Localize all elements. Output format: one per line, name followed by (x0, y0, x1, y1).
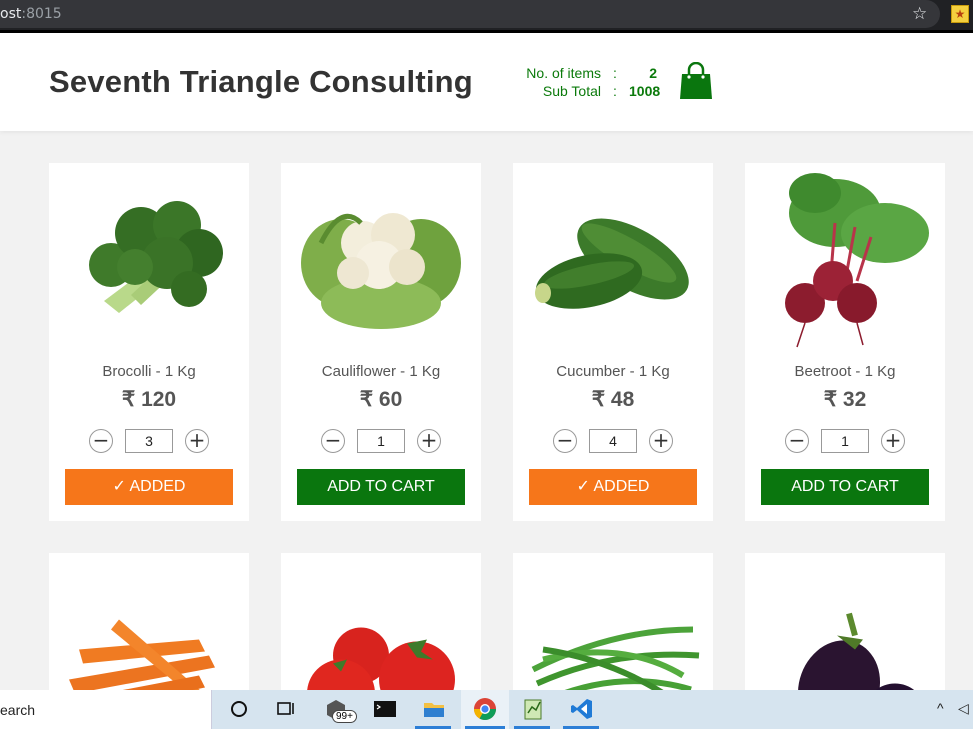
product-card: Cucumber - 1 Kg ₹ 48 − + ✓ ADDED (513, 163, 713, 521)
product-price: ₹ 120 (121, 388, 177, 411)
cauliflower-image (301, 213, 461, 329)
add-to-cart-button[interactable]: ✓ ADDED (65, 469, 233, 505)
subtotal-separator: : (613, 83, 617, 99)
items-count: 2 (649, 65, 657, 81)
url-text[interactable]: ost:8015 (0, 6, 62, 22)
items-separator: : (613, 65, 617, 81)
add-to-cart-button[interactable]: ADD TO CART (297, 469, 465, 505)
decrement-button[interactable]: − (785, 429, 809, 453)
taskbar-search-box[interactable]: earch (0, 690, 212, 729)
product-card: Cauliflower - 1 Kg ₹ 60 − + ADD TO CART (281, 163, 481, 521)
beetroot-image (785, 173, 929, 348)
notification-badge: 99+ (332, 710, 357, 723)
speaker-icon[interactable]: ◁ (958, 700, 969, 717)
quantity-input[interactable] (821, 429, 869, 453)
product-price: ₹ 60 (359, 388, 403, 411)
product-card (745, 553, 945, 729)
decrement-button[interactable]: − (89, 429, 113, 453)
items-label: No. of items (526, 65, 601, 81)
windows-taskbar: earch 99+ ^ ◁ (0, 690, 973, 729)
product-price: ₹ 32 (823, 388, 867, 411)
cortana-icon[interactable] (226, 696, 252, 722)
task-view-icon[interactable] (273, 696, 299, 722)
browser-toolbar: ost:8015 ☆ ★ (0, 0, 973, 33)
cucumber-image (535, 218, 689, 309)
quantity-input[interactable] (589, 429, 637, 453)
cart-summary: No. of items : 2 Sub Total : 1008 (515, 64, 661, 100)
product-name: Cucumber - 1 Kg (556, 363, 670, 380)
terminal-icon[interactable] (372, 696, 398, 722)
decrement-button[interactable]: − (321, 429, 345, 453)
bookmark-star-icon[interactable]: ☆ (912, 4, 927, 24)
product-name: Cauliflower - 1 Kg (321, 363, 441, 380)
product-name: Beetroot - 1 Kg (794, 363, 896, 380)
increment-button[interactable]: + (881, 429, 905, 453)
tray-caret-icon[interactable]: ^ (937, 700, 944, 716)
increment-button[interactable]: + (649, 429, 673, 453)
increment-button[interactable]: + (185, 429, 209, 453)
chrome-icon[interactable] (472, 696, 498, 722)
add-to-cart-button[interactable]: ADD TO CART (761, 469, 929, 505)
brand-title: Seventh Triangle Consulting (49, 64, 473, 99)
increment-button[interactable]: + (417, 429, 441, 453)
decrement-button[interactable]: − (553, 429, 577, 453)
subtotal-value: 1008 (629, 83, 661, 99)
quantity-input[interactable] (125, 429, 173, 453)
site-header: Seventh Triangle Consulting No. of items… (0, 33, 973, 131)
quantity-input[interactable] (357, 429, 405, 453)
product-price: ₹ 48 (591, 388, 635, 411)
vscode-icon[interactable] (569, 696, 595, 722)
subtotal-label: Sub Total (542, 83, 601, 99)
broccoli-image (89, 201, 223, 313)
product-name: Brocolli - 1 Kg (102, 363, 196, 380)
add-to-cart-button[interactable]: ✓ ADDED (529, 469, 697, 505)
product-card (513, 553, 713, 702)
address-bar[interactable]: ost:8015 (0, 0, 940, 28)
product-card: Beetroot - 1 Kg ₹ 32 − + ADD TO CART (745, 163, 945, 521)
product-card (281, 553, 481, 728)
extension-icon[interactable]: ★ (951, 5, 969, 23)
shopping-bag-icon[interactable] (679, 62, 713, 100)
file-explorer-icon[interactable] (421, 696, 447, 722)
taskbar-search-text: earch (0, 702, 36, 718)
product-card (49, 553, 249, 716)
product-card: Brocolli - 1 Kg ₹ 120 − + ✓ ADDED (49, 163, 249, 521)
notepad-icon[interactable] (520, 696, 546, 722)
